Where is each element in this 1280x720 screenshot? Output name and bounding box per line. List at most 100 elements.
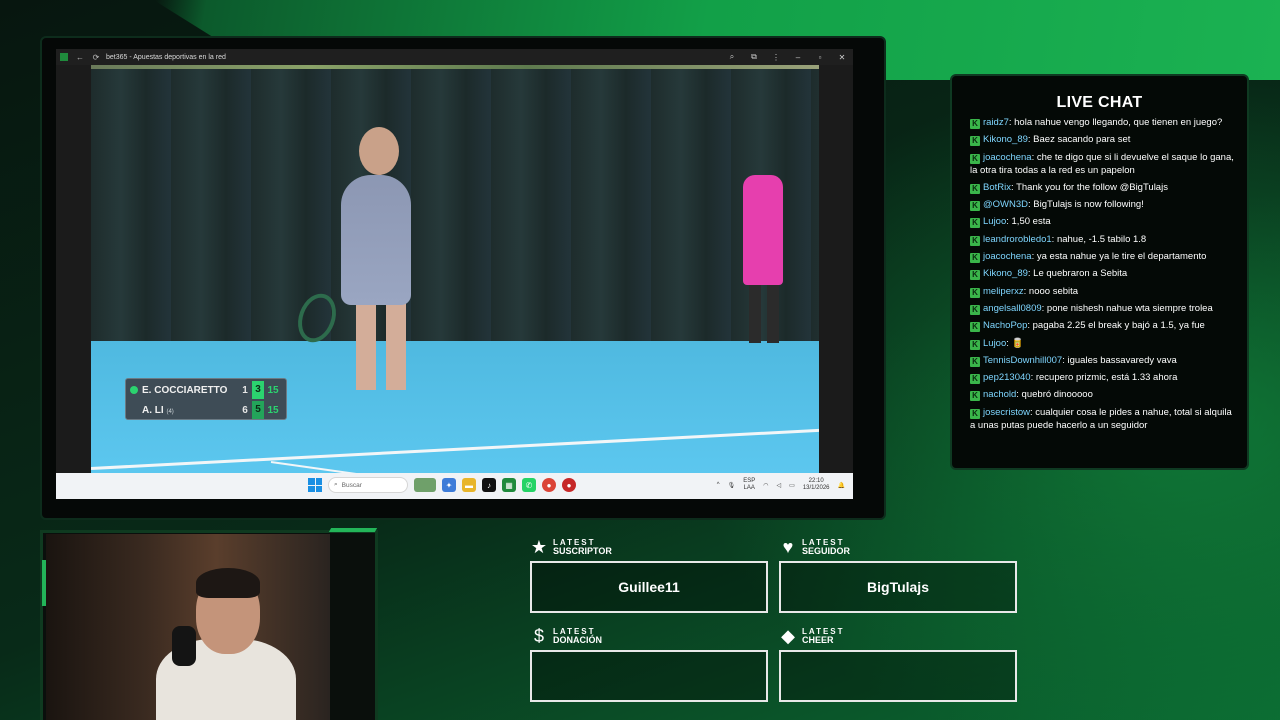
kick-badge-icon: K bbox=[970, 235, 980, 246]
chat-username[interactable]: Kikono_89 bbox=[983, 268, 1028, 279]
chat-text: : Baez sacando para set bbox=[1027, 134, 1131, 146]
reload-icon[interactable]: ⟳ bbox=[88, 53, 104, 62]
chat-text: : BigTulajs is now following! bbox=[1028, 199, 1144, 211]
player-name: A. LI (4) bbox=[142, 404, 174, 416]
chat-text: : Le quebraron a Sebita bbox=[1027, 268, 1128, 280]
language-indicator[interactable]: ESP LAA bbox=[743, 478, 755, 492]
chat-username[interactable]: meliperxz bbox=[983, 286, 1024, 297]
chat-username[interactable]: nachold bbox=[983, 389, 1016, 400]
microphone bbox=[172, 626, 196, 666]
file-explorer-icon[interactable]: ▬ bbox=[462, 478, 476, 492]
chat-message: K Kikono_89: Baez sacando para set bbox=[970, 133, 1234, 147]
minimize-button[interactable]: – bbox=[787, 53, 809, 62]
chat-message: Kmeliperxz: nooo sebita bbox=[970, 285, 1234, 298]
chat-text: : 🥫 bbox=[1006, 337, 1024, 349]
restore-button[interactable]: ▫ bbox=[809, 53, 831, 62]
zoom-icon[interactable]: ⌕ bbox=[721, 52, 743, 62]
chevron-up-icon[interactable]: ^ bbox=[717, 482, 720, 488]
kick-badge-icon: K bbox=[970, 253, 980, 264]
player-sets: 6 bbox=[242, 404, 248, 416]
chat-message: K NachoPop: pagaba 2.25 el break y bajó a… bbox=[970, 319, 1234, 333]
extensions-icon[interactable]: ⧉ bbox=[743, 52, 765, 62]
chat-text: : Thank you for the follow @BigTulajs bbox=[1010, 181, 1168, 193]
chat-username[interactable]: BotRix bbox=[983, 182, 1011, 193]
latest-follower-header: ♥ LATEST SEGUIDOR bbox=[779, 538, 850, 556]
chat-message-list[interactable]: Kraidz7: hola nahue vengo llegando, que … bbox=[970, 116, 1234, 436]
chat-message: Kjoacochena: che te digo que si li devue… bbox=[970, 151, 1234, 177]
scoreboard-row: E. COCCIARETTO 1 3 15 bbox=[126, 380, 286, 400]
latest-donation-box bbox=[530, 650, 768, 702]
player-head bbox=[359, 127, 399, 175]
notification-bell-icon[interactable]: 🔔 bbox=[838, 482, 845, 489]
chat-username[interactable]: Lujoo bbox=[983, 216, 1006, 227]
microphone-icon[interactable]: 🎙 bbox=[728, 482, 736, 489]
live-chat-panel: LIVE CHAT Kraidz7: hola nahue vengo lleg… bbox=[950, 74, 1249, 470]
chat-username[interactable]: pep213040 bbox=[983, 372, 1031, 383]
player-games: 3 bbox=[252, 381, 264, 399]
search-icon: ⌕ bbox=[334, 481, 338, 488]
chat-username[interactable]: Lujoo bbox=[983, 338, 1006, 349]
clock[interactable]: 22:10 13/1/2026 bbox=[803, 478, 830, 492]
battery-icon[interactable]: ▭ bbox=[789, 482, 795, 489]
chrome-icon[interactable]: ● bbox=[542, 478, 556, 492]
player-points: 15 bbox=[267, 404, 279, 416]
court-backdrop bbox=[91, 69, 819, 341]
kick-badge-icon: K bbox=[970, 119, 980, 129]
chat-message: Knachold: quebró dinooooo bbox=[970, 388, 1234, 402]
windows-start-icon[interactable] bbox=[308, 478, 322, 492]
close-button[interactable]: ✕ bbox=[831, 53, 853, 62]
chat-message: Kjoacochena: ya esta nahue ya le tire el… bbox=[970, 250, 1234, 264]
chat-username[interactable]: joacochena bbox=[983, 152, 1032, 163]
chat-username[interactable]: josecristow bbox=[983, 407, 1030, 418]
player-sets: 1 bbox=[242, 384, 248, 396]
menu-dots-icon[interactable]: ⋮ bbox=[765, 53, 787, 62]
chat-username[interactable]: NachoPop bbox=[983, 320, 1027, 331]
back-arrow-icon[interactable]: ← bbox=[72, 53, 88, 62]
taskbar-apps: ⌕ Buscar ✦ ▬ ♪ ▦ ✆ ● ● bbox=[308, 477, 576, 493]
windows-taskbar: ⌕ Buscar ✦ ▬ ♪ ▦ ✆ ● ● ^ 🎙 ESP LAA ◠ ◁ ▭… bbox=[56, 473, 853, 499]
frame-accent bbox=[42, 560, 46, 606]
weather-widget-icon[interactable] bbox=[414, 478, 436, 492]
chat-message: Kpep213040: recupero prizmic, está 1.33 … bbox=[970, 371, 1234, 385]
live-chat-title: LIVE CHAT bbox=[1056, 94, 1143, 111]
search-placeholder: Buscar bbox=[341, 481, 362, 489]
browser-title: bet365 - Apuestas deportivas en la red bbox=[106, 53, 226, 61]
player-legs bbox=[356, 300, 406, 390]
chat-username[interactable]: raidz7 bbox=[983, 117, 1009, 128]
kick-badge-icon: K bbox=[970, 304, 980, 315]
taskbar-search[interactable]: ⌕ Buscar bbox=[328, 477, 408, 493]
chat-username[interactable]: leandrorobledo1 bbox=[983, 234, 1052, 245]
chat-text: : pagaba 2.25 el break y bajó a 1.5, ya … bbox=[1027, 320, 1205, 332]
chat-username[interactable]: TennisDownhill007 bbox=[983, 355, 1062, 366]
chat-username[interactable]: joacochena bbox=[983, 251, 1032, 262]
kick-badge-icon: K bbox=[970, 391, 980, 402]
bet365-app-icon bbox=[60, 53, 68, 61]
copilot-icon[interactable]: ✦ bbox=[442, 478, 456, 492]
frame-accent bbox=[328, 528, 378, 532]
whatsapp-icon[interactable]: ✆ bbox=[522, 478, 536, 492]
webcam-feed bbox=[46, 534, 330, 720]
system-tray: ^ 🎙 ESP LAA ◠ ◁ ▭ 22:10 13/1/2026 🔔 bbox=[717, 478, 845, 492]
tennis-video[interactable]: E. COCCIARETTO 1 3 15 A. LI (4) 6 5 15 bbox=[91, 65, 819, 473]
chat-username[interactable]: Kikono_89 bbox=[983, 134, 1028, 145]
player-name: E. COCCIARETTO bbox=[142, 384, 228, 396]
chat-username[interactable]: @OWN3D bbox=[983, 199, 1028, 210]
volume-icon[interactable]: ◁ bbox=[777, 482, 782, 489]
latest-subscriber-header: ★ LATEST SUSCRIPTOR bbox=[530, 537, 612, 557]
chat-message: Kleandrorobledo1: nahue, -1.5 tabilo 1.8 bbox=[970, 233, 1234, 246]
browser-titlebar: ← ⟳ bet365 - Apuestas deportivas en la r… bbox=[56, 49, 853, 65]
chat-message: K @OWN3D: BigTulajs is now following! bbox=[970, 198, 1234, 212]
chat-text: : pone nishesh nahue wta siempre trolea bbox=[1041, 302, 1213, 314]
streamer-hair bbox=[196, 568, 260, 598]
kick-badge-icon: K bbox=[970, 218, 980, 229]
tiktok-icon[interactable]: ♪ bbox=[482, 478, 496, 492]
app-icon[interactable]: ● bbox=[562, 478, 576, 492]
latest-cheer-box bbox=[779, 650, 1017, 702]
diamond-icon: ◆ bbox=[781, 626, 795, 646]
wifi-icon[interactable]: ◠ bbox=[763, 482, 768, 489]
ball-kid bbox=[743, 175, 783, 285]
chat-text: : hola nahue vengo llegando, que tienen … bbox=[1008, 117, 1223, 128]
chat-username[interactable]: angelsall0809 bbox=[983, 303, 1042, 314]
bet365-taskbar-icon[interactable]: ▦ bbox=[502, 478, 516, 492]
chat-message: K TennisDownhill007: iguales bassavaredy … bbox=[970, 354, 1234, 367]
